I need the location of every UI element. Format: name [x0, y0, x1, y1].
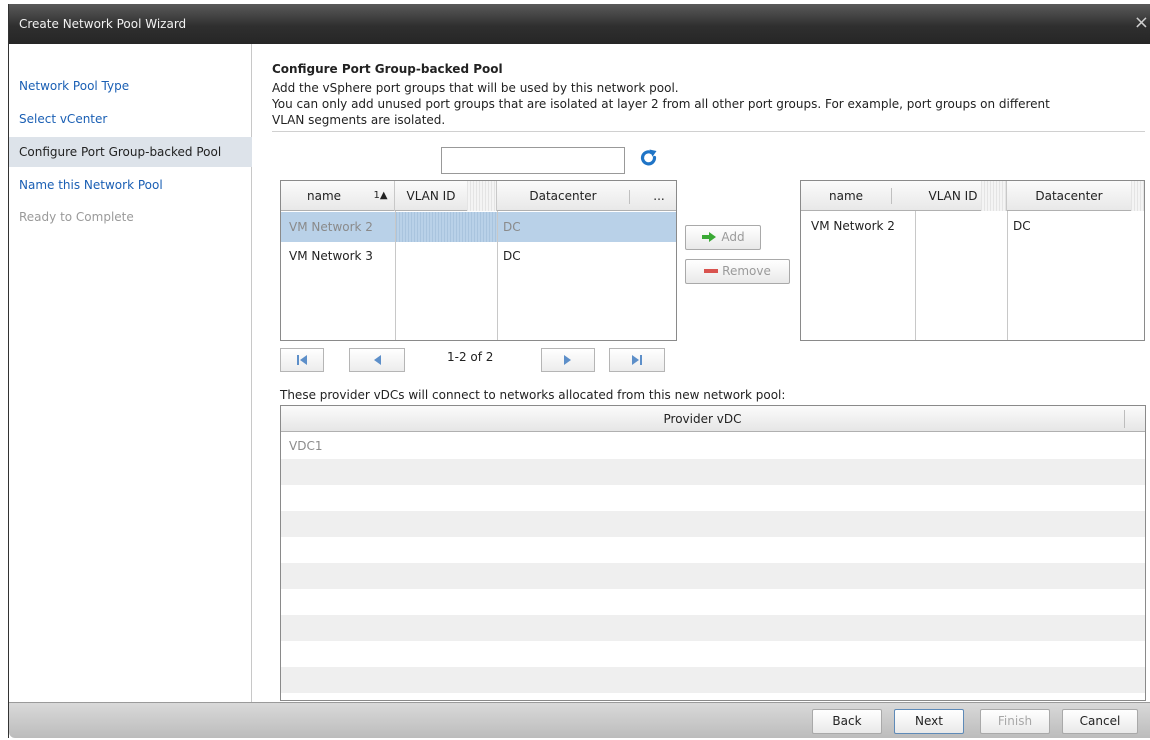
add-label: Add — [721, 230, 745, 244]
step-configure-port-group[interactable]: Configure Port Group-backed Pool — [9, 137, 252, 167]
first-page-button[interactable] — [280, 348, 324, 372]
column-header-datacenter[interactable]: Datacenter — [497, 181, 629, 211]
header-divider — [1124, 410, 1125, 428]
title-bar: Create Network Pool Wizard × — [9, 4, 1150, 44]
step-select-vcenter[interactable]: Select vCenter — [9, 104, 252, 134]
pager-status: 1-2 of 2 — [447, 350, 494, 364]
table-row-empty — [281, 485, 1145, 511]
table-row-name[interactable]: VM Network 2 — [289, 220, 373, 234]
add-arrow-icon — [702, 232, 717, 242]
step-name-network-pool[interactable]: Name this Network Pool — [9, 170, 252, 200]
page-title: Configure Port Group-backed Pool — [272, 62, 503, 76]
cancel-button[interactable]: Cancel — [1062, 709, 1138, 734]
column-resize-area — [467, 181, 497, 211]
next-button[interactable]: Next — [894, 709, 964, 734]
column-chooser-button[interactable]: ... — [641, 181, 676, 211]
previous-page-button[interactable] — [349, 348, 405, 372]
dialog-title: Create Network Pool Wizard — [19, 17, 187, 31]
step-network-pool-type[interactable]: Network Pool Type — [9, 71, 252, 101]
previous-page-icon — [374, 355, 381, 365]
table-row-empty — [281, 459, 1145, 485]
column-header-datacenter[interactable]: Datacenter — [1007, 181, 1131, 211]
selected-row-vlan-fill — [396, 212, 497, 242]
available-port-groups-grid: name 1▲ VLAN ID Datacenter ... VM Networ… — [280, 180, 677, 341]
remove-button[interactable]: Remove — [685, 259, 790, 284]
remove-label: Remove — [722, 264, 771, 278]
table-row-datacenter[interactable]: DC — [503, 249, 521, 263]
table-row-empty — [281, 615, 1145, 641]
sort-indicator-icon[interactable]: 1▲ — [367, 181, 395, 211]
column-line — [395, 211, 396, 340]
column-line — [1007, 211, 1008, 340]
table-row-empty — [281, 511, 1145, 537]
grid-header: Provider vDC — [281, 406, 1145, 432]
divider — [272, 131, 1145, 132]
column-header-provider-vdc[interactable]: Provider vDC — [281, 406, 1124, 432]
table-row-datacenter[interactable]: DC — [1013, 219, 1031, 233]
last-page-icon — [632, 355, 642, 365]
table-row-name[interactable]: VM Network 2 — [811, 219, 895, 233]
description-line-1: Add the vSphere port groups that will be… — [272, 81, 679, 95]
first-page-icon — [297, 355, 307, 365]
table-row-empty — [281, 563, 1145, 589]
table-row-empty — [281, 641, 1145, 667]
column-resize-area — [1131, 181, 1144, 211]
column-header-name[interactable]: name — [281, 181, 367, 211]
wizard-steps-sidebar: Network Pool Type Select vCenter Configu… — [9, 44, 252, 702]
column-line — [497, 211, 498, 340]
provider-vdc-note: These provider vDCs will connect to netw… — [280, 388, 786, 402]
provider-vdc-grid: Provider vDC VDC1 — [280, 405, 1146, 701]
column-header-vlan-id[interactable]: VLAN ID — [915, 181, 991, 211]
column-header-name[interactable]: name — [801, 181, 891, 211]
last-page-button[interactable] — [609, 348, 665, 372]
table-row-empty — [281, 589, 1145, 615]
description-line-3: VLAN segments are isolated. — [272, 113, 446, 127]
header-divider — [629, 190, 630, 204]
table-row-empty — [281, 667, 1145, 693]
step-ready-to-complete: Ready to Complete — [19, 210, 134, 224]
column-header-vlan-id[interactable]: VLAN ID — [395, 181, 467, 211]
footer-bar: Back Next Finish Cancel — [9, 702, 1150, 738]
table-row-empty — [281, 537, 1145, 563]
finish-button: Finish — [980, 709, 1050, 734]
main-panel: Configure Port Group-backed Pool Add the… — [253, 44, 1150, 702]
next-page-button[interactable] — [541, 348, 595, 372]
table-row-datacenter[interactable]: DC — [503, 220, 521, 234]
grid-header: name 1▲ VLAN ID Datacenter ... — [281, 181, 676, 211]
search-input[interactable] — [441, 147, 625, 174]
selected-port-groups-grid: name VLAN ID Datacenter VM Network 2 DC — [800, 180, 1145, 341]
add-button[interactable]: Add — [685, 225, 761, 250]
close-icon[interactable]: × — [1134, 14, 1149, 32]
create-network-pool-dialog: Create Network Pool Wizard × Network Poo… — [8, 4, 1150, 738]
remove-icon — [704, 269, 719, 273]
header-divider — [891, 188, 892, 204]
table-row-name[interactable]: VM Network 3 — [289, 249, 373, 263]
grid-header: name VLAN ID Datacenter — [801, 181, 1144, 211]
table-row[interactable]: VDC1 — [281, 433, 1145, 459]
column-line — [915, 211, 916, 340]
description-line-2: You can only add unused port groups that… — [272, 97, 1050, 111]
refresh-icon[interactable] — [639, 148, 659, 168]
column-resize-area — [981, 181, 1007, 211]
next-page-icon — [564, 355, 571, 365]
back-button[interactable]: Back — [812, 709, 882, 734]
